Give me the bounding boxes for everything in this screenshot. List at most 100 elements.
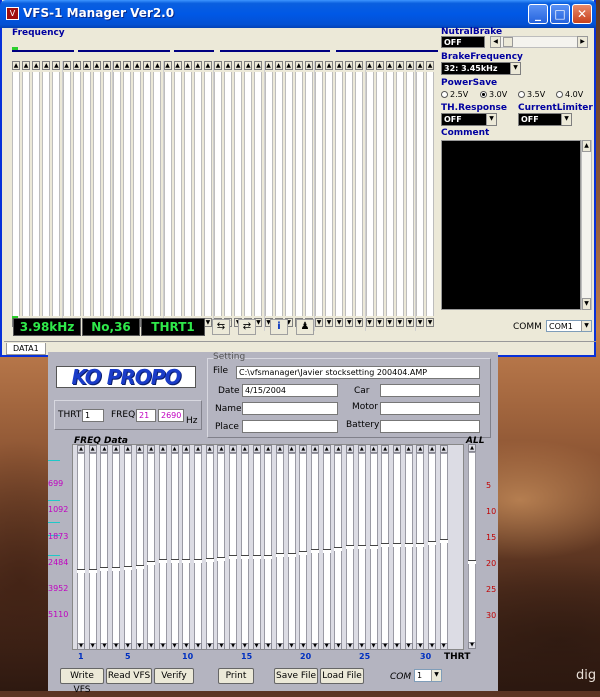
scroll-down-icon[interactable]: ▼ — [217, 643, 226, 650]
slider-track[interactable] — [42, 72, 51, 316]
slider-track[interactable] — [294, 72, 303, 316]
scroll-up-icon[interactable]: ▲ — [112, 445, 121, 453]
freq-slider-thumb[interactable] — [416, 543, 425, 547]
scroll-down-icon[interactable]: ▼ — [428, 643, 436, 650]
power-radio-4-0[interactable]: 4.0V — [556, 90, 583, 99]
scroll-up-icon[interactable]: ▲ — [102, 61, 111, 70]
scroll-down-icon[interactable]: ▼ — [346, 643, 355, 650]
scroll-up-icon[interactable]: ▲ — [100, 445, 109, 453]
slider-track[interactable] — [395, 72, 404, 316]
freq-slider-track[interactable] — [77, 453, 85, 645]
scroll-up-icon[interactable]: ▲ — [42, 61, 51, 70]
comm-select[interactable]: COM1 ▼ — [546, 320, 592, 332]
scroll-up-icon[interactable]: ▲ — [133, 61, 142, 70]
freq-slider-thumb[interactable] — [428, 541, 436, 545]
freq-slider-track[interactable] — [346, 453, 355, 645]
freq-slider-thumb[interactable] — [135, 565, 144, 569]
scroll-down-icon[interactable]: ▼ — [299, 643, 308, 650]
scroll-up-icon[interactable]: ▲ — [173, 61, 182, 70]
scroll-up-icon[interactable]: ▲ — [416, 61, 424, 70]
slider-track[interactable] — [183, 72, 192, 316]
freq-slider-track[interactable] — [287, 453, 296, 645]
freq-slider-track[interactable] — [182, 453, 191, 645]
scroll-down-icon[interactable]: ▼ — [468, 642, 476, 649]
freq-slider-track[interactable] — [123, 453, 132, 645]
slider-track[interactable] — [163, 72, 172, 316]
freq-slider-thumb[interactable] — [88, 569, 97, 573]
freq-slider-thumb[interactable] — [311, 549, 319, 553]
scroll-up-icon[interactable]: ▲ — [135, 445, 144, 453]
scroll-down-icon[interactable]: ▼ — [287, 643, 296, 650]
freq-slider-thumb[interactable] — [123, 566, 132, 570]
scroll-down-icon[interactable]: ▼ — [275, 643, 284, 650]
freq-slider-thumb[interactable] — [334, 547, 343, 551]
name-input[interactable] — [242, 402, 338, 415]
freq-slider-track[interactable] — [217, 453, 226, 645]
freq-slider-track[interactable] — [428, 453, 436, 645]
scroll-up-icon[interactable]: ▲ — [240, 445, 249, 453]
scroll-down-icon[interactable]: ▼ — [88, 643, 97, 650]
com-select[interactable]: 1 ▼ — [414, 669, 442, 682]
slider-track[interactable] — [325, 72, 334, 316]
freq-slider-track[interactable] — [252, 453, 261, 645]
freq-slider-track[interactable] — [135, 453, 144, 645]
scroll-up-icon[interactable]: ▲ — [355, 61, 364, 70]
scroll-up-icon[interactable]: ▲ — [405, 61, 414, 70]
slider-track[interactable] — [82, 72, 91, 316]
title-bar[interactable]: V VFS-1 Manager Ver2.0 _ □ ✕ — [0, 0, 596, 28]
freq-slider-thumb[interactable] — [439, 539, 448, 543]
scroll-up-icon[interactable]: ▲ — [88, 445, 97, 453]
scroll-up-icon[interactable]: ▲ — [392, 445, 401, 453]
scroll-up-icon[interactable]: ▲ — [22, 61, 31, 70]
scroll-right-icon[interactable]: ▶ — [577, 36, 588, 48]
slider-track[interactable] — [193, 72, 202, 316]
read-vfs-button[interactable]: Read VFS — [106, 668, 152, 684]
slider-thumb[interactable] — [503, 37, 513, 47]
freq-slider-thumb[interactable] — [147, 561, 156, 565]
freq-slider-track[interactable] — [112, 453, 121, 645]
comment-scrollbar[interactable]: ▲ ▼ — [581, 140, 592, 310]
send-icon[interactable]: ⇆ — [212, 319, 230, 335]
scroll-up-icon[interactable]: ▲ — [203, 61, 212, 70]
tab-data1[interactable]: DATA1 — [6, 343, 46, 355]
freq-slider-track[interactable] — [369, 453, 378, 645]
slider-track[interactable] — [123, 72, 132, 316]
slider-track[interactable] — [254, 72, 263, 316]
all-slider[interactable]: ▲ ▼ — [468, 444, 478, 650]
date-input[interactable]: 4/15/2004 — [242, 384, 338, 397]
slider-track[interactable] — [355, 72, 364, 316]
slider-track[interactable] — [22, 72, 31, 316]
slider-track[interactable] — [365, 72, 374, 316]
scroll-up-icon[interactable]: ▲ — [381, 445, 390, 453]
scroll-down-icon[interactable]: ▼ — [205, 643, 214, 650]
slider-track[interactable] — [284, 72, 293, 316]
scroll-up-icon[interactable]: ▲ — [274, 61, 283, 70]
scroll-up-icon[interactable]: ▲ — [334, 445, 343, 453]
slider-track[interactable] — [173, 72, 182, 316]
slider-track[interactable] — [375, 72, 384, 316]
scroll-left-icon[interactable]: ◀ — [490, 36, 501, 48]
slider-track[interactable] — [133, 72, 142, 316]
slider-track[interactable] — [234, 72, 243, 316]
slider-track[interactable] — [264, 72, 273, 316]
scroll-up-icon[interactable]: ▲ — [252, 445, 261, 453]
scroll-up-icon[interactable]: ▲ — [72, 61, 81, 70]
scroll-down-icon[interactable]: ▼ — [439, 643, 448, 650]
slider-track[interactable] — [102, 72, 111, 316]
scroll-up-icon[interactable]: ▲ — [275, 445, 284, 453]
nutral-brake-slider[interactable]: ◀ ▶ — [490, 36, 588, 48]
scroll-up-icon[interactable]: ▲ — [163, 61, 172, 70]
scroll-up-icon[interactable]: ▲ — [325, 61, 334, 70]
slider-track[interactable] — [416, 72, 424, 316]
freq-slider-thumb[interactable] — [275, 553, 284, 557]
scroll-down-icon[interactable]: ▼ — [311, 643, 319, 650]
slider-track[interactable] — [32, 72, 41, 316]
scroll-up-icon[interactable]: ▲ — [264, 61, 273, 70]
scroll-up-icon[interactable]: ▲ — [113, 61, 121, 70]
scroll-up-icon[interactable]: ▲ — [217, 445, 226, 453]
scroll-up-icon[interactable]: ▲ — [32, 61, 41, 70]
freq-slider-thumb[interactable] — [194, 559, 202, 563]
current-limiter-select[interactable]: OFF ▼ — [518, 113, 572, 126]
scroll-up-icon[interactable]: ▲ — [375, 61, 384, 70]
scroll-up-icon[interactable]: ▲ — [229, 445, 238, 453]
